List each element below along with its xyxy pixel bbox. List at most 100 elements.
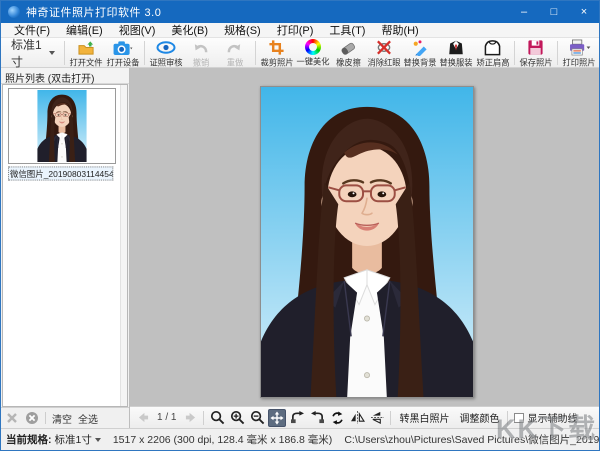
app-icon xyxy=(8,6,20,18)
remove-all-icon[interactable] xyxy=(25,411,39,425)
suit-icon xyxy=(447,39,465,56)
print-button[interactable]: 打印照片 xyxy=(561,39,597,67)
select-all-button[interactable]: 全选 xyxy=(78,411,98,426)
fit-screen-button[interactable] xyxy=(268,408,287,427)
replace-background-icon xyxy=(411,39,429,56)
chevron-down-icon xyxy=(94,437,101,442)
photo-list-scrollbar[interactable] xyxy=(120,85,127,406)
replace-clothing-button[interactable]: 替换服装 xyxy=(438,39,474,67)
bw-photo-button[interactable]: 转黑白照片 xyxy=(395,410,453,425)
editor-area: 1 / 1 转黑白照片 调整颜色 显示辅助线 xyxy=(130,68,599,428)
menu-beautify[interactable]: 美化(B) xyxy=(164,22,215,38)
red-eye-icon xyxy=(375,39,393,56)
toolbar-button-label: 打开设备 xyxy=(106,57,140,68)
rotate-right-button[interactable] xyxy=(308,409,326,427)
maximize-button[interactable]: □ xyxy=(539,1,569,23)
thumbnail-image xyxy=(37,90,87,162)
delete-photo-icon[interactable] xyxy=(5,411,19,425)
zoom-out-button[interactable] xyxy=(248,409,266,427)
minimize-button[interactable]: – xyxy=(509,1,539,23)
folder-open-icon xyxy=(77,39,96,56)
menu-bar: 文件(F) 编辑(E) 视图(V) 美化(B) 规格(S) 打印(P) 工具(T… xyxy=(1,23,599,38)
beautify-button[interactable]: 一键美化 xyxy=(295,39,331,67)
zoom-tool-button[interactable] xyxy=(208,409,226,427)
toolbar-separator xyxy=(513,41,515,65)
toolbar-button-label: 撤销 xyxy=(192,57,210,68)
photo-thumbnail[interactable] xyxy=(8,88,116,164)
photo-review-button[interactable]: 证照审核 xyxy=(148,39,184,67)
red-eye-button[interactable]: 消除红眼 xyxy=(365,39,401,67)
flip-vertical-button[interactable] xyxy=(368,409,386,427)
photo-list[interactable]: 微信图片_20190803114454.png xyxy=(2,84,128,407)
open-device-button[interactable]: 打开设备 xyxy=(105,39,141,67)
camera-icon xyxy=(112,39,134,56)
menu-help[interactable]: 帮助(H) xyxy=(374,22,425,38)
title-bar: 神奇证件照片打印软件 3.0 – □ × xyxy=(1,1,599,23)
zoom-in-button[interactable] xyxy=(228,409,246,427)
floppy-icon xyxy=(527,39,544,56)
menu-spec[interactable]: 规格(S) xyxy=(217,22,268,38)
toolbar-button-label: 打开文件 xyxy=(69,57,103,68)
photo-canvas[interactable] xyxy=(130,68,599,406)
save-button[interactable]: 保存照片 xyxy=(518,39,554,67)
page-indicator: 1 / 1 xyxy=(157,412,177,423)
eye-icon xyxy=(156,39,176,56)
close-button[interactable]: × xyxy=(569,1,599,23)
menu-print[interactable]: 打印(P) xyxy=(270,22,321,38)
photo-list-panel: 照片列表 (双击打开) 微信图片_20190803114454.png xyxy=(1,68,130,428)
open-file-button[interactable]: 打开文件 xyxy=(68,39,104,67)
menu-view[interactable]: 视图(V) xyxy=(112,22,163,38)
crop-icon xyxy=(268,39,285,56)
photo-list-header: 照片列表 (双击打开) xyxy=(1,68,129,85)
eraser-icon xyxy=(339,39,357,56)
toolbar-separator xyxy=(254,41,256,65)
spec-preset-dropdown[interactable]: 标准1寸 xyxy=(5,38,61,69)
toolbar-button-label: 裁剪照片 xyxy=(260,57,294,68)
toolbar-separator xyxy=(390,410,392,425)
file-path: C:\Users\zhou\Pictures\Saved Pictures\微信… xyxy=(344,434,599,446)
portrait-image xyxy=(261,87,473,397)
main-area: 照片列表 (双击打开) 微信图片_20190803114454.png xyxy=(1,68,599,428)
prev-photo-button xyxy=(134,409,152,427)
redo-button: 重做 xyxy=(218,39,252,67)
rotate-180-button[interactable] xyxy=(328,409,346,427)
thumbnail-filename[interactable]: 微信图片_20190803114454.png xyxy=(8,166,114,181)
view-toolbar: 1 / 1 转黑白照片 调整颜色 显示辅助线 xyxy=(130,406,599,428)
window-title: 神奇证件照片打印软件 3.0 xyxy=(26,7,162,19)
eraser-button[interactable]: 橡皮擦 xyxy=(331,39,365,67)
photo-preview[interactable] xyxy=(260,86,474,398)
replace-background-button[interactable]: 替换背景 xyxy=(402,39,438,67)
toolbar-separator xyxy=(143,41,145,65)
toolbar-separator xyxy=(64,41,66,65)
printer-icon xyxy=(567,39,591,56)
status-bar: 当前规格: 标准1寸 1517 x 2206 (300 dpi, 128.4 毫… xyxy=(1,428,599,450)
toolbar-button-label: 证照审核 xyxy=(149,57,183,68)
toolbar-separator xyxy=(556,41,558,65)
spec-preset-label: 标准1寸 xyxy=(11,38,42,69)
menu-edit[interactable]: 编辑(E) xyxy=(59,22,110,38)
toolbar-button-label: 消除红眼 xyxy=(367,57,401,68)
toolbar-separator xyxy=(203,410,205,425)
image-dimensions: 1517 x 2206 (300 dpi, 128.4 毫米 x 186.8 毫… xyxy=(112,434,333,446)
crop-button[interactable]: 裁剪照片 xyxy=(259,39,295,67)
rotate-left-button[interactable] xyxy=(288,409,306,427)
toolbar-button-label: 替换服装 xyxy=(439,57,473,68)
show-guides-label: 显示辅助线 xyxy=(527,414,578,425)
list-item[interactable]: 微信图片_20190803114454.png xyxy=(8,88,120,181)
main-toolbar: 标准1寸 打开文件 打开设备 证照审核 撤销 重做 裁剪照片 一键美化 橡皮擦 … xyxy=(1,38,599,69)
clear-list-button[interactable]: 清空 xyxy=(52,411,72,426)
toolbar-button-label: 一键美化 xyxy=(296,57,330,67)
checkbox-icon[interactable] xyxy=(514,412,525,423)
adjust-color-button[interactable]: 调整颜色 xyxy=(455,410,503,425)
app-window: 神奇证件照片打印软件 3.0 – □ × 文件(F) 编辑(E) 视图(V) 美… xyxy=(0,0,600,451)
toolbar-button-label: 矫正肩高 xyxy=(475,57,510,68)
next-photo-button xyxy=(181,409,199,427)
toolbar-button-label: 替换背景 xyxy=(403,57,437,68)
flip-horizontal-button[interactable] xyxy=(348,409,366,427)
spec-status-dropdown[interactable]: 标准1寸 xyxy=(55,432,101,447)
menu-tools[interactable]: 工具(T) xyxy=(322,22,372,38)
undo-button: 撤销 xyxy=(184,39,218,67)
shoulder-fix-button[interactable]: 矫正肩高 xyxy=(474,39,510,67)
show-guides-checkbox[interactable]: 显示辅助线 xyxy=(514,410,577,425)
spec-status-label: 当前规格: xyxy=(6,434,52,446)
